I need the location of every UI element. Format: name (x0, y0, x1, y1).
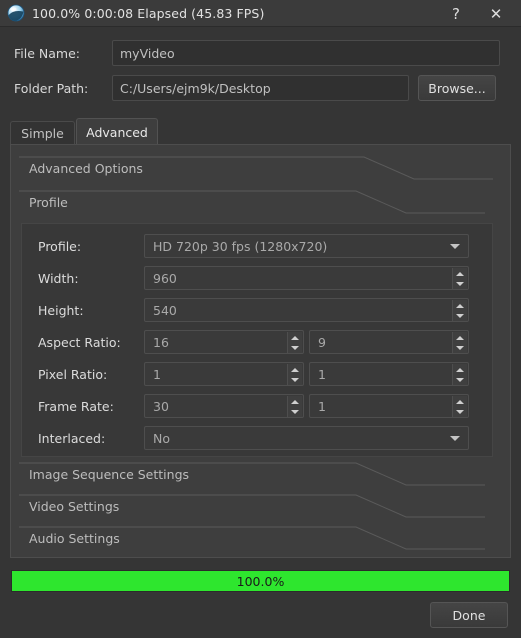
frame-rate-denominator-stepper[interactable] (452, 396, 467, 417)
height-value: 540 (153, 302, 177, 318)
profile-settings-panel: Profile: HD 720p 30 fps (1280x720) Width… (21, 223, 493, 457)
section-video-settings[interactable]: Video Settings (19, 491, 493, 523)
frame-rate-numerator-spinbox[interactable]: 30 (144, 394, 304, 418)
section-profile[interactable]: Profile (19, 187, 493, 219)
aspect-ratio-denominator-stepper[interactable] (452, 332, 467, 353)
tab-bar: Simple Advanced (10, 118, 511, 145)
folder-path-label: Folder Path: (14, 80, 89, 96)
profile-label: Profile: (38, 238, 82, 254)
stepper-down-icon[interactable] (291, 346, 299, 350)
stepper-up-icon[interactable] (291, 368, 299, 372)
section-label: Profile (29, 195, 68, 210)
pixel-ratio-numerator-spinbox[interactable]: 1 (144, 362, 304, 386)
width-row: Width: 960 (22, 266, 494, 290)
section-audio-settings[interactable]: Audio Settings (19, 523, 493, 555)
section-image-sequence-settings[interactable]: Image Sequence Settings (19, 459, 493, 491)
stepper-down-icon[interactable] (291, 378, 299, 382)
frame-rate-numerator-value: 30 (153, 398, 169, 414)
help-button[interactable]: ? (439, 0, 473, 27)
stepper-up-icon[interactable] (456, 336, 464, 340)
aspect-ratio-denominator-spinbox[interactable]: 9 (309, 330, 469, 354)
pixel-ratio-denominator-spinbox[interactable]: 1 (309, 362, 469, 386)
profile-row: Profile: HD 720p 30 fps (1280x720) (22, 234, 494, 258)
height-row: Height: 540 (22, 298, 494, 322)
section-label: Video Settings (29, 499, 120, 514)
folder-path-input[interactable]: C:/Users/ejm9k/Desktop (112, 75, 409, 101)
height-stepper[interactable] (452, 300, 467, 321)
stepper-up-icon[interactable] (456, 272, 464, 276)
file-name-input[interactable]: myVideo (112, 40, 500, 66)
progress-percent-label: 100.0% (236, 573, 285, 589)
interlaced-row: Interlaced: No (22, 426, 494, 450)
profile-combobox[interactable]: HD 720p 30 fps (1280x720) (144, 234, 469, 258)
file-name-label: File Name: (14, 45, 80, 61)
chevron-down-icon (450, 244, 460, 249)
browse-button[interactable]: Browse... (418, 75, 496, 101)
window-titlebar: 100.0% 0:00:08 Elapsed (45.83 FPS) ? ✕ (0, 0, 521, 27)
section-label: Audio Settings (29, 531, 120, 546)
stepper-down-icon[interactable] (456, 346, 464, 350)
pixel-ratio-row: Pixel Ratio: 1 1 (22, 362, 494, 386)
frame-rate-label: Frame Rate: (38, 398, 114, 414)
frame-rate-numerator-stepper[interactable] (287, 396, 302, 417)
stepper-down-icon[interactable] (456, 282, 464, 286)
stepper-up-icon[interactable] (291, 336, 299, 340)
pixel-ratio-denominator-value: 1 (318, 366, 326, 382)
close-button[interactable]: ✕ (479, 0, 513, 27)
pixel-ratio-denominator-stepper[interactable] (452, 364, 467, 385)
width-label: Width: (38, 270, 79, 286)
openshot-globe-icon (7, 4, 25, 22)
aspect-ratio-numerator-spinbox[interactable]: 16 (144, 330, 304, 354)
stepper-up-icon[interactable] (456, 368, 464, 372)
aspect-ratio-numerator-value: 16 (153, 334, 169, 350)
section-notch-decoration (19, 190, 485, 214)
folder-path-row: Folder Path: C:/Users/ejm9k/Desktop Brow… (0, 75, 521, 101)
stepper-up-icon[interactable] (291, 400, 299, 404)
done-button[interactable]: Done (430, 602, 508, 628)
profile-value: HD 720p 30 fps (1280x720) (153, 238, 328, 254)
height-label: Height: (38, 302, 84, 318)
chevron-down-icon (450, 436, 460, 441)
pixel-ratio-numerator-value: 1 (153, 366, 161, 382)
stepper-down-icon[interactable] (456, 410, 464, 414)
pixel-ratio-numerator-stepper[interactable] (287, 364, 302, 385)
file-name-row: File Name: myVideo (0, 40, 521, 66)
tab-simple[interactable]: Simple (10, 121, 75, 145)
stepper-down-icon[interactable] (456, 378, 464, 382)
aspect-ratio-denominator-value: 9 (318, 334, 326, 350)
height-spinbox[interactable]: 540 (144, 298, 469, 322)
aspect-ratio-row: Aspect Ratio: 16 9 (22, 330, 494, 354)
interlaced-label: Interlaced: (38, 430, 106, 446)
frame-rate-row: Frame Rate: 30 1 (22, 394, 494, 418)
tab-advanced[interactable]: Advanced (76, 118, 158, 145)
section-label: Image Sequence Settings (29, 467, 190, 482)
width-value: 960 (153, 270, 177, 286)
aspect-ratio-numerator-stepper[interactable] (287, 332, 302, 353)
section-advanced-options[interactable]: Advanced Options (11, 153, 493, 185)
export-progress-bar: 100.0% (11, 570, 510, 592)
stepper-down-icon[interactable] (291, 410, 299, 414)
frame-rate-denominator-value: 1 (318, 398, 326, 414)
interlaced-combobox[interactable]: No (144, 426, 469, 450)
stepper-up-icon[interactable] (456, 304, 464, 308)
frame-rate-denominator-spinbox[interactable]: 1 (309, 394, 469, 418)
advanced-tab-panel: Advanced Options Profile Profile: HD 720… (10, 144, 511, 558)
pixel-ratio-label: Pixel Ratio: (38, 366, 108, 382)
section-label: Advanced Options (29, 161, 143, 176)
width-spinbox[interactable]: 960 (144, 266, 469, 290)
aspect-ratio-label: Aspect Ratio: (38, 334, 121, 350)
interlaced-value: No (153, 430, 170, 446)
stepper-down-icon[interactable] (456, 314, 464, 318)
width-stepper[interactable] (452, 268, 467, 289)
window-title: 100.0% 0:00:08 Elapsed (45.83 FPS) (32, 5, 265, 21)
stepper-up-icon[interactable] (456, 400, 464, 404)
